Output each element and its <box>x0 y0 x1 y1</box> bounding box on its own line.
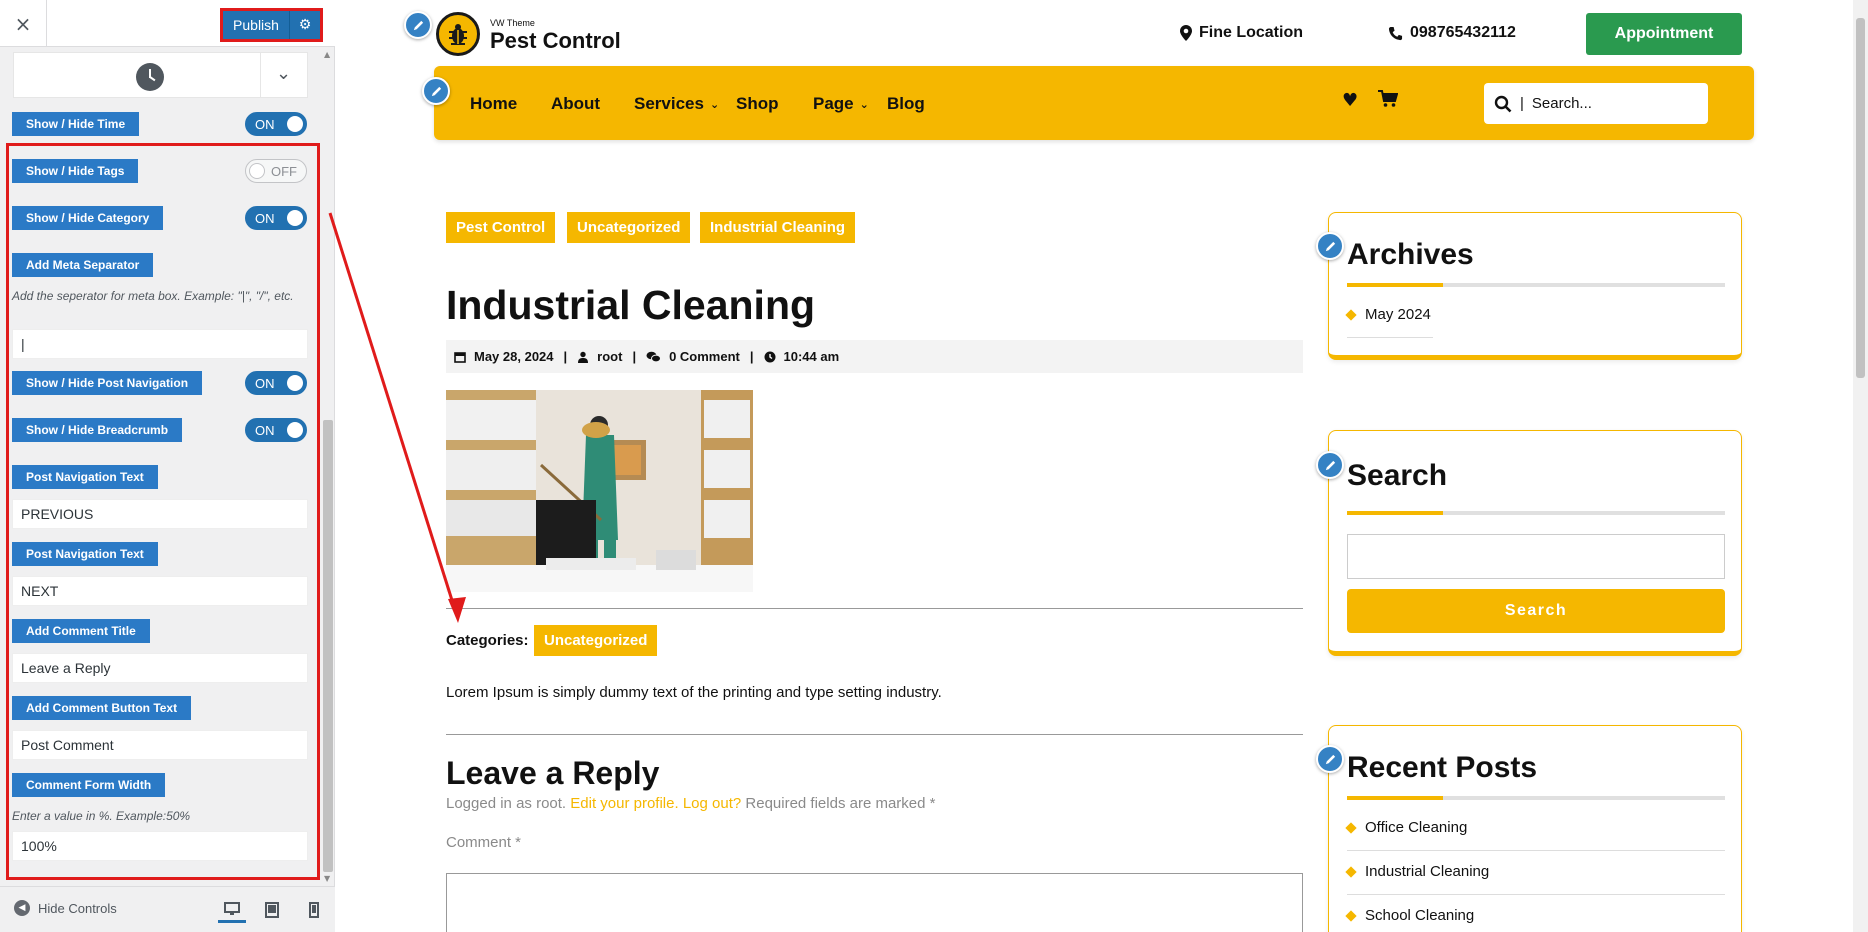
scroll-up-icon[interactable]: ▲ <box>324 50 330 59</box>
bullet-icon <box>1345 909 1357 922</box>
post-content: Lorem Ipsum is simply dummy text of the … <box>446 684 942 701</box>
phone-text: 098765432112 <box>1410 24 1516 41</box>
edit-shortcut-icon[interactable] <box>1316 745 1344 773</box>
mobile-preview-icon[interactable] <box>300 897 328 923</box>
location-text: Fine Location <box>1199 24 1303 41</box>
close-icon[interactable]: × <box>0 0 47 47</box>
show-hide-time-label: Show / Hide Time <box>12 112 140 136</box>
categories-label: Categories: <box>446 632 529 649</box>
top-location: Fine Location <box>1180 24 1303 42</box>
nav-about[interactable]: About <box>551 94 600 114</box>
tablet-preview-icon[interactable] <box>258 897 286 923</box>
edit-shortcut-icon[interactable] <box>1316 451 1344 479</box>
clock-icon <box>764 351 776 362</box>
highlight-box <box>6 143 320 880</box>
post-featured-image <box>446 390 753 592</box>
archive-item[interactable]: May 2024 <box>1345 306 1431 323</box>
nav-shop[interactable]: Shop <box>736 94 779 114</box>
top-phone: 098765432112 <box>1388 24 1516 42</box>
desktop-preview-icon[interactable] <box>218 897 246 923</box>
phone-icon <box>1388 26 1403 40</box>
nav-blog[interactable]: Blog <box>887 94 925 114</box>
site-title[interactable]: Pest Control <box>490 28 621 54</box>
widget-title: Search <box>1347 459 1448 492</box>
show-hide-time-toggle[interactable]: ON <box>245 112 307 136</box>
post-time: 10:44 am <box>783 349 840 364</box>
post-tag[interactable]: Industrial Cleaning <box>700 212 856 243</box>
publish-group: Publish ⚙ <box>220 8 323 42</box>
nav-page[interactable]: Page ⌄ <box>813 94 869 114</box>
bullet-icon <box>1345 308 1357 321</box>
logo-bug-icon[interactable] <box>436 12 480 56</box>
gear-icon[interactable]: ⚙ <box>290 11 320 39</box>
post-date[interactable]: May 28, 2024 <box>474 349 554 364</box>
post-tag[interactable]: Uncategorized <box>567 212 691 243</box>
cart-icon[interactable] <box>1378 90 1399 113</box>
time-icon-select[interactable]: ⌄ <box>13 52 308 98</box>
search-icon <box>1494 95 1512 112</box>
preview-scroll-thumb[interactable] <box>1856 18 1865 378</box>
publish-button[interactable]: Publish <box>223 11 290 39</box>
widget-search-button[interactable]: Search <box>1347 589 1725 633</box>
calendar-icon <box>454 351 466 363</box>
reply-title: Leave a Reply <box>446 755 660 791</box>
comment-textarea[interactable] <box>446 873 1303 932</box>
collapse-icon: ◀ <box>14 900 30 916</box>
clock-icon <box>136 63 164 91</box>
post-comments[interactable]: 0 Comment <box>669 349 740 364</box>
widget-search-input[interactable] <box>1347 534 1725 579</box>
user-icon <box>578 351 589 363</box>
hide-controls-button[interactable]: ◀ Hide Controls <box>14 900 117 916</box>
recent-post-item[interactable]: Office Cleaning <box>1345 819 1467 836</box>
archives-widget: Archives May 2024 <box>1328 212 1742 360</box>
post-meta: May 28, 2024 | root | 0 Comment | 10:44 … <box>446 340 1303 373</box>
hide-controls-label: Hide Controls <box>38 900 117 916</box>
chevron-down-icon[interactable]: ⌄ <box>276 63 291 84</box>
heart-icon[interactable]: ♥ <box>1342 90 1358 111</box>
post-author[interactable]: root <box>597 349 622 364</box>
bullet-icon <box>1345 865 1357 878</box>
comments-icon <box>646 351 662 362</box>
divider <box>446 608 1303 609</box>
chevron-down-icon: ⌄ <box>859 97 869 111</box>
nav-search-input[interactable]: | Search... <box>1484 83 1708 124</box>
recent-posts-widget: Recent Posts Office Cleaning Industrial … <box>1328 725 1742 932</box>
comment-label: Comment * <box>446 834 522 851</box>
divider <box>446 734 1303 735</box>
edit-shortcut-icon[interactable] <box>422 77 450 105</box>
edit-shortcut-icon[interactable] <box>404 11 432 39</box>
bullet-icon <box>1345 821 1357 834</box>
post-tag[interactable]: Pest Control <box>446 212 556 243</box>
nav-home[interactable]: Home <box>470 94 517 114</box>
customizer-sidebar: × Publish ⚙ ▲ ▼ ⌄ Show / Hide Time ON Sh… <box>0 0 335 932</box>
widget-title: Recent Posts <box>1347 751 1538 784</box>
recent-post-item[interactable]: School Cleaning <box>1345 907 1474 924</box>
nav-services[interactable]: Services ⌄ <box>634 94 719 114</box>
scroll-down-icon[interactable]: ▼ <box>324 874 330 883</box>
chevron-down-icon: ⌄ <box>709 97 720 111</box>
logo-tagline: VW Theme <box>490 18 535 28</box>
logout-link[interactable]: Log out? <box>683 795 741 812</box>
location-pin-icon <box>1180 25 1192 41</box>
search-widget: Search Search <box>1328 430 1742 656</box>
site-preview: VW Theme Pest Control Fine Location 0987… <box>336 0 1868 932</box>
appointment-button[interactable]: Appointment <box>1586 13 1742 55</box>
search-placeholder: Search... <box>1531 95 1592 112</box>
main-navigation: Home About Services ⌄ Shop Page ⌄ Blog ♥ |… <box>434 66 1754 140</box>
recent-post-item[interactable]: Industrial Cleaning <box>1345 863 1489 880</box>
customizer-header: × Publish ⚙ <box>0 0 335 47</box>
edit-shortcut-icon[interactable] <box>1316 232 1344 260</box>
edit-profile-link[interactable]: Edit your profile. <box>570 795 678 812</box>
post-title: Industrial Cleaning <box>446 282 816 328</box>
customizer-footer: ◀ Hide Controls <box>0 886 335 932</box>
sidebar-scroll-thumb[interactable] <box>323 420 333 872</box>
logged-in-line: Logged in as root. Edit your profile. Lo… <box>446 795 936 812</box>
category-tag[interactable]: Uncategorized <box>534 625 658 656</box>
widget-title: Archives <box>1347 238 1474 271</box>
